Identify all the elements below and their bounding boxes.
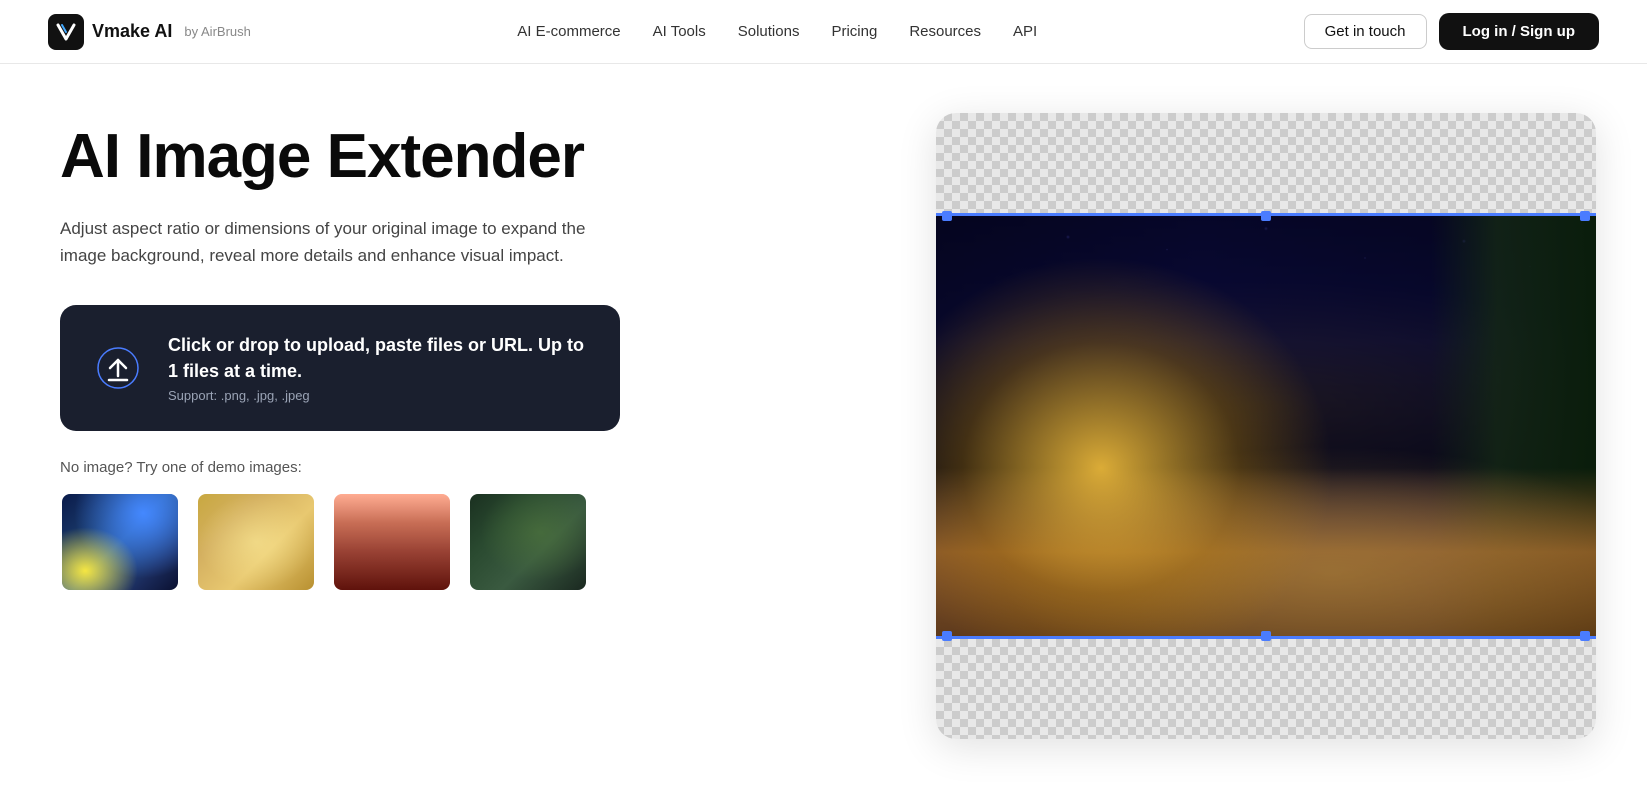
- demo-thumb-forest-water[interactable]: [468, 492, 588, 592]
- nav-ai-ecommerce[interactable]: AI E-commerce: [517, 23, 620, 40]
- demo-label: No image? Try one of demo images:: [60, 459, 846, 476]
- demo-images: [60, 492, 846, 592]
- logo-icon: [48, 14, 84, 50]
- right-panel: [906, 64, 1647, 788]
- logo-text: Vmake AI: [92, 21, 172, 42]
- nav-resources[interactable]: Resources: [909, 23, 981, 40]
- cafe-terrace-painting: [936, 216, 1596, 636]
- logo[interactable]: Vmake AI by AirBrush: [48, 14, 251, 50]
- handle-bottom-left[interactable]: [942, 631, 952, 641]
- preview-container: [936, 113, 1596, 739]
- demo-image-4: [470, 494, 586, 590]
- upload-support-text: Support: .png, .jpg, .jpeg: [168, 388, 588, 403]
- nav-actions: Get in touch Log in / Sign up: [1304, 13, 1599, 50]
- painting-overlay: [936, 216, 1596, 636]
- page-description: Adjust aspect ratio or dimensions of you…: [60, 215, 620, 269]
- upload-text: Click or drop to upload, paste files or …: [168, 333, 588, 402]
- demo-thumb-red-canyon[interactable]: [332, 492, 452, 592]
- demo-thumb-golden-field[interactable]: [196, 492, 316, 592]
- demo-image-2: [198, 494, 314, 590]
- handle-top-mid[interactable]: [1261, 211, 1271, 221]
- login-signup-button[interactable]: Log in / Sign up: [1439, 13, 1599, 50]
- nav-ai-tools[interactable]: AI Tools: [653, 23, 706, 40]
- nav-pricing[interactable]: Pricing: [831, 23, 877, 40]
- nav-solutions[interactable]: Solutions: [738, 23, 800, 40]
- demo-thumb-starry-night[interactable]: [60, 492, 180, 592]
- image-wrapper: [936, 213, 1596, 639]
- demo-image-1: [62, 494, 178, 590]
- demo-image-3: [334, 494, 450, 590]
- handle-top-right[interactable]: [1580, 211, 1590, 221]
- upload-box[interactable]: Click or drop to upload, paste files or …: [60, 305, 620, 430]
- upload-main-text: Click or drop to upload, paste files or …: [168, 333, 588, 383]
- navigation: Vmake AI by AirBrush AI E-commerce AI To…: [0, 0, 1647, 64]
- handle-bottom-right[interactable]: [1580, 631, 1590, 641]
- main-content: AI Image Extender Adjust aspect ratio or…: [0, 64, 1647, 788]
- left-panel: AI Image Extender Adjust aspect ratio or…: [0, 64, 906, 788]
- page-title: AI Image Extender: [60, 124, 846, 191]
- logo-by: by AirBrush: [184, 24, 250, 39]
- nav-api[interactable]: API: [1013, 23, 1037, 40]
- nav-links: AI E-commerce AI Tools Solutions Pricing…: [517, 23, 1037, 40]
- top-transparent-area: [936, 113, 1596, 213]
- handle-top-left[interactable]: [942, 211, 952, 221]
- get-in-touch-button[interactable]: Get in touch: [1304, 14, 1427, 49]
- upload-icon: [92, 342, 144, 394]
- bottom-transparent-area: [936, 639, 1596, 739]
- handle-bottom-mid[interactable]: [1261, 631, 1271, 641]
